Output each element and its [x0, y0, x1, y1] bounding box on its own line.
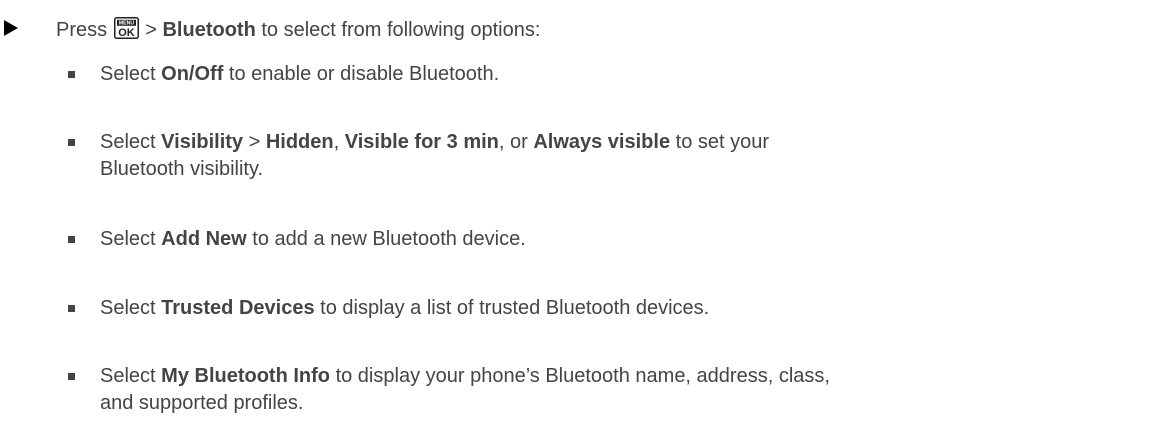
square-bullet-icon	[68, 71, 75, 78]
list-item-text: Select My Bluetooth Info to display your…	[100, 363, 1170, 417]
list-item-bold-term: Hidden	[265, 131, 334, 153]
list-item-text-run: , or	[498, 131, 534, 153]
list-item-text-run: Select	[100, 365, 162, 387]
list-item-text-run: ,	[333, 131, 345, 153]
list-item-text-run: Select	[100, 297, 162, 319]
list-item-text-run: to display a list of trusted Bluetooth d…	[314, 297, 710, 319]
square-bullet-icon	[68, 305, 75, 312]
list-item-text: Select Trusted Devices to display a list…	[100, 295, 1170, 322]
menu-ok-key-icon: MENUOK	[113, 17, 139, 39]
list-item-text-run: Bluetooth visibility.	[100, 158, 264, 180]
step-suffix: to select from following options:	[255, 19, 541, 41]
list-item-text-run: Select	[100, 228, 162, 250]
list-item-bold-term: Always visible	[533, 131, 671, 153]
square-bullet-icon	[68, 373, 75, 380]
list-item-text-run: Select	[100, 131, 162, 153]
list-item-text-run: to display your phone’s Bluetooth name, …	[330, 365, 830, 387]
document-page: Press MENU OK > Bluetooth to select from …	[0, 0, 1174, 447]
list-item-text-run: >	[243, 131, 266, 153]
svg-text:OK: OK	[118, 27, 135, 39]
step-text: Press MENU OK > Bluetooth to select from …	[56, 17, 540, 42]
list-item-bold-term: Trusted Devices	[161, 297, 315, 319]
list-item-text-run: to enable or disable Bluetooth.	[223, 63, 500, 85]
list-item-text: Select Visibility > Hidden, Visible for …	[100, 129, 1170, 183]
list-item-bold-term: Visible for 3 min	[344, 131, 499, 153]
step-bold-label: Bluetooth	[162, 19, 256, 41]
square-bullet-icon	[68, 139, 75, 146]
list-item-bold-term: On/Off	[161, 63, 224, 85]
list-item-text: Select On/Off to enable or disable Bluet…	[100, 61, 1170, 88]
list-item-bold-term: My Bluetooth Info	[161, 365, 331, 387]
list-item-text: Select Add New to add a new Bluetooth de…	[100, 226, 1170, 253]
list-item-bold-term: Visibility	[161, 131, 244, 153]
list-item-text-run: Select	[100, 63, 162, 85]
step-separator: >	[139, 19, 163, 41]
step-arrow-icon	[4, 20, 18, 36]
step-prefix: Press	[56, 19, 113, 41]
list-item-text-run: to set your	[670, 131, 770, 153]
list-item-text-run: and supported profiles.	[100, 392, 304, 414]
square-bullet-icon	[68, 236, 75, 243]
list-item-bold-term: Add New	[161, 228, 247, 250]
list-item-text-run: to add a new Bluetooth device.	[246, 228, 526, 250]
svg-text:MENU: MENU	[119, 21, 135, 27]
